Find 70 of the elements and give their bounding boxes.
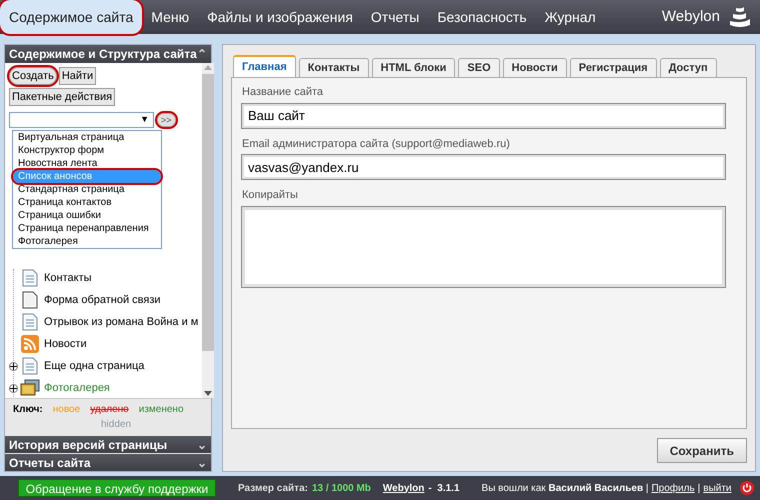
list-option[interactable]: Виртуальная страница <box>13 131 161 144</box>
tab[interactable]: Доступ <box>660 58 717 77</box>
brand-name: Webylon <box>662 6 720 27</box>
expand-toggle[interactable]: ⌄ <box>197 436 207 454</box>
logout-link[interactable]: выйти <box>703 480 732 496</box>
nav-tab[interactable]: Журнал <box>536 0 605 34</box>
field-label: Email администратора сайта (support@mediaweb.ru) <box>242 136 511 152</box>
nav-tab[interactable]: Меню <box>142 0 198 34</box>
document-icon <box>22 357 38 375</box>
product-link[interactable]: Webylon <box>382 480 424 496</box>
legend-item: hidden <box>100 418 132 432</box>
blank-document-icon <box>22 291 38 309</box>
list-option[interactable]: Стандартная страница <box>13 183 161 196</box>
list-option[interactable]: Страница контактов <box>13 196 161 209</box>
tree-item[interactable]: Фотогалерея <box>44 380 110 396</box>
expand-toggle[interactable]: ⌄ <box>197 454 207 472</box>
collapse-toggle[interactable]: ⌃ <box>197 45 207 63</box>
save-button[interactable]: Сохранить <box>656 438 747 463</box>
tab[interactable]: Контакты <box>298 58 369 77</box>
scroll-thumb[interactable] <box>202 74 214 351</box>
tab[interactable]: HTML блоки <box>372 58 456 77</box>
go-button[interactable]: >> <box>157 113 176 127</box>
expand-icon[interactable] <box>9 384 18 392</box>
panel-title: Содержимое и Структура сайта <box>9 46 197 63</box>
site-size-label: Размер сайта: <box>238 482 308 496</box>
nav-tab[interactable]: Содержимое сайта <box>0 0 142 34</box>
page-type-select[interactable]: ▼ <box>9 112 154 128</box>
text-field[interactable]: Ваш сайт <box>242 104 725 128</box>
tab[interactable]: SEO <box>458 58 500 77</box>
tree-item[interactable]: Еще одна страница <box>44 358 144 374</box>
expand-icon[interactable] <box>9 362 18 370</box>
version-text: - 3.1.1 <box>428 482 460 496</box>
list-option[interactable]: Конструктор форм <box>13 144 161 157</box>
nav-tab[interactable]: Отчеты <box>362 0 428 34</box>
legend-label: Ключ: <box>13 403 43 417</box>
tree-item[interactable]: Контакты <box>44 270 92 286</box>
accordion-header[interactable]: История версий страницы ⌄ <box>5 436 211 453</box>
nav-tab[interactable]: Безопасность <box>428 0 536 34</box>
text-field[interactable]: vasvas@yandex.ru <box>242 155 725 179</box>
list-option[interactable]: Фотогалерея <box>13 235 161 248</box>
tab[interactable]: Новости <box>502 58 567 77</box>
legend-item: новое <box>52 403 80 417</box>
power-icon[interactable] <box>740 481 754 495</box>
list-option[interactable]: Страница ошибки <box>13 209 161 222</box>
toolbar-button[interactable]: Создать <box>9 67 57 85</box>
rss-icon <box>21 335 39 353</box>
gallery-icon <box>20 379 40 397</box>
document-icon <box>22 313 38 331</box>
legend-item: изменено <box>138 403 184 417</box>
batch-actions-button[interactable]: Пакетные действия <box>9 88 116 106</box>
separator-text: | <box>698 482 700 496</box>
field-label: Название сайта <box>242 85 324 100</box>
tab[interactable]: Регистрация <box>570 58 657 77</box>
list-option[interactable]: Новостная лента <box>13 157 161 170</box>
scroll-down-arrow-icon[interactable] <box>204 391 212 396</box>
site-size-value: 13 / 1000 Mb <box>312 482 371 496</box>
logo-icon <box>728 5 752 29</box>
list-option[interactable]: Страница перенаправления <box>13 222 161 235</box>
login-text: Вы вошли как Василий Васильев | <box>482 482 648 496</box>
tree-item[interactable]: Новости <box>44 336 87 352</box>
accordion-header[interactable]: Отчеты сайта ⌄ <box>5 454 211 471</box>
toolbar-button[interactable]: Найти <box>58 67 96 85</box>
field-label: Копирайты <box>242 188 299 203</box>
document-icon <box>22 269 38 287</box>
nav-tab[interactable]: Файлы и изображения <box>198 0 362 34</box>
profile-link[interactable]: Профиль <box>651 480 695 496</box>
tab[interactable]: Главная <box>233 55 296 77</box>
tree-item[interactable]: Отрывок из романа Война и м <box>44 314 198 330</box>
legend-item: удалено <box>90 403 129 417</box>
tree-item[interactable]: Форма обратной связи <box>44 292 161 308</box>
